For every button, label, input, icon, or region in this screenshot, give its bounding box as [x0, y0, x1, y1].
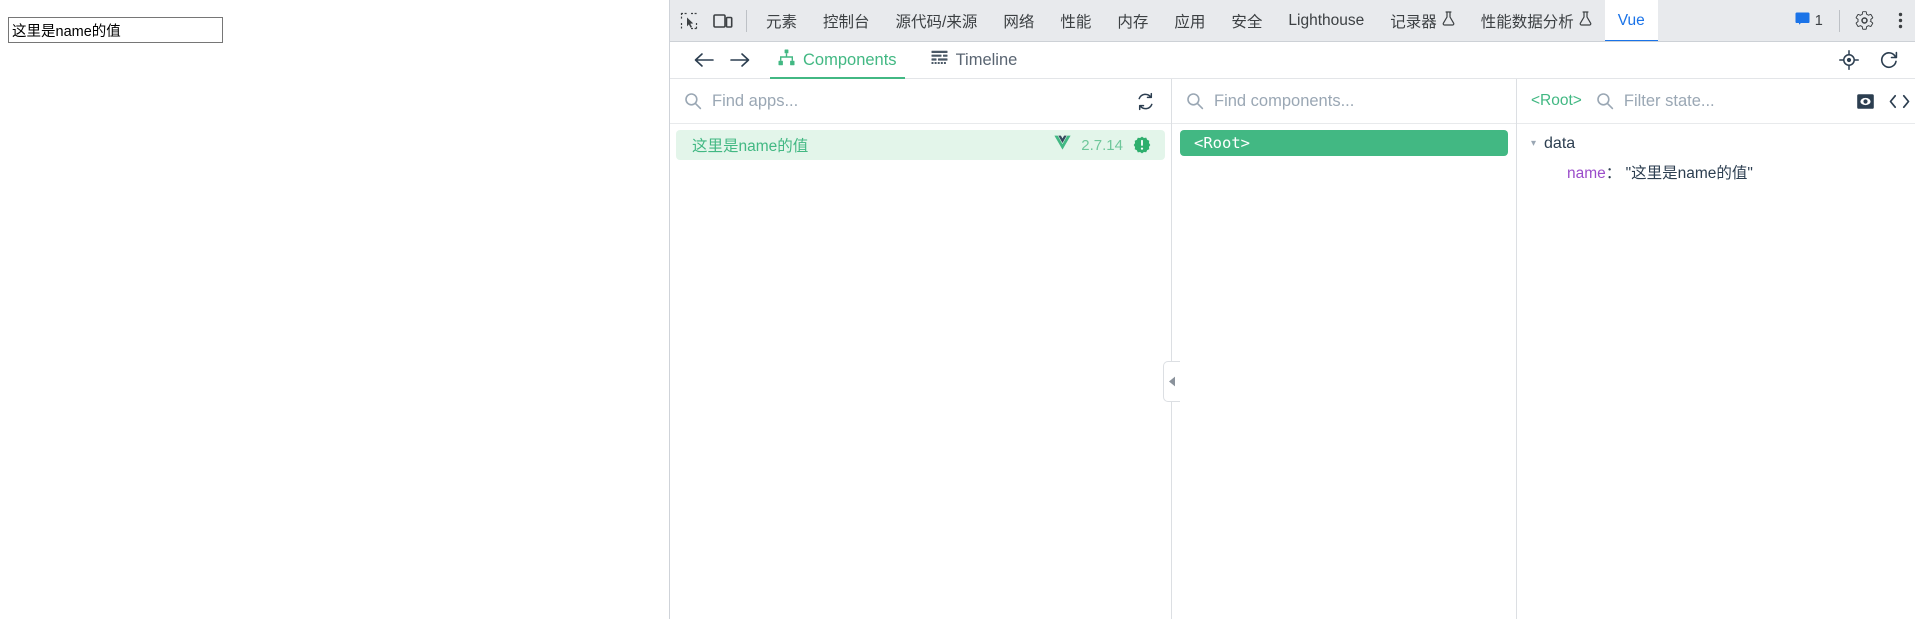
beaker-icon	[1579, 10, 1592, 31]
find-apps-input[interactable]	[712, 91, 1123, 111]
tab-label: Lighthouse	[1288, 11, 1365, 29]
toolbar-divider	[746, 9, 747, 32]
vue-tab-label: Timeline	[955, 50, 1018, 69]
tab-sources[interactable]: 源代码/来源	[883, 0, 991, 41]
tree-node-label: <Root>	[1194, 134, 1250, 152]
issues-count: 1	[1814, 12, 1823, 29]
collapse-left-icon[interactable]	[1163, 361, 1180, 402]
state-breadcrumb[interactable]: <Root>	[1531, 92, 1586, 110]
vue-logo-icon	[1054, 135, 1071, 155]
apps-pane: 这里是name的值 2.7.14	[670, 79, 1180, 619]
refresh-icon[interactable]	[1876, 47, 1902, 73]
timeline-icon	[931, 50, 948, 70]
vue-tab-label: Components	[803, 50, 897, 69]
more-vertical-icon[interactable]	[1884, 4, 1915, 38]
warning-badge-icon[interactable]	[1133, 136, 1151, 154]
arrow-right-icon[interactable]	[722, 45, 758, 75]
vue-tab-components[interactable]: Components	[764, 42, 911, 79]
tab-label: 内存	[1117, 13, 1149, 31]
inspect-dom-icon[interactable]	[1854, 89, 1878, 113]
tab-label: 源代码/来源	[895, 13, 978, 31]
state-content: ▾ data name： "这里是name的值"	[1517, 124, 1915, 619]
state-pane: <Root> Filter state... ▾ data name： "这里是…	[1517, 79, 1915, 619]
tab-performance-insights[interactable]: 性能数据分析	[1468, 0, 1605, 41]
inspect-element-icon[interactable]	[672, 4, 706, 38]
device-toolbar-icon[interactable]	[706, 4, 740, 38]
issues-icon	[1795, 11, 1810, 30]
app-row[interactable]: 这里是name的值 2.7.14	[676, 130, 1165, 160]
chevron-down-icon[interactable]: ▾	[1531, 139, 1536, 149]
arrow-left-icon[interactable]	[686, 45, 722, 75]
tab-label: 控制台	[823, 13, 870, 31]
component-tree-icon	[778, 49, 795, 71]
apps-searchbar	[670, 79, 1171, 124]
vue-subtoolbar-actions	[1836, 47, 1915, 73]
issues-indicator[interactable]: 1	[1787, 6, 1831, 36]
tab-label: 元素	[766, 13, 798, 31]
tab-performance[interactable]: 性能	[1047, 0, 1104, 41]
state-entry-value: "这里是name的值"	[1625, 165, 1753, 182]
tab-console[interactable]: 控制台	[810, 0, 883, 41]
vue-panes: 这里是name的值 2.7.14	[670, 79, 1915, 619]
vue-tab-timeline[interactable]: Timeline	[917, 42, 1032, 79]
open-in-editor-icon[interactable]	[1888, 89, 1912, 113]
tab-label: 网络	[1003, 13, 1035, 31]
tab-label: 性能数据分析	[1480, 13, 1574, 31]
search-icon	[684, 92, 702, 110]
search-icon	[1186, 92, 1204, 110]
inspected-page	[0, 0, 669, 619]
tab-label: 性能	[1060, 13, 1092, 31]
component-tree: <Root>	[1172, 124, 1516, 619]
app-version: 2.7.14	[1081, 136, 1123, 154]
components-searchbar	[1172, 79, 1516, 124]
component-tree-pane: <Root>	[1172, 79, 1517, 619]
tab-lighthouse[interactable]: Lighthouse	[1275, 0, 1377, 41]
tab-network[interactable]: 网络	[990, 0, 1047, 41]
toolbar-divider-2	[1838, 9, 1840, 32]
apps-list: 这里是name的值 2.7.14	[670, 124, 1171, 619]
toolbar-actions: 1	[1787, 4, 1915, 38]
name-input[interactable]	[8, 17, 223, 43]
devtools-window: 元素 控制台 源代码/来源 网络 性能 内存 应用 安全	[0, 0, 1915, 619]
tab-application[interactable]: 应用	[1161, 0, 1218, 41]
tab-label: 应用	[1174, 13, 1206, 31]
tab-label: 安全	[1231, 13, 1263, 31]
devtools-toolbar: 元素 控制台 源代码/来源 网络 性能 内存 应用 安全 Lighthouse …	[670, 0, 1915, 42]
tab-vue[interactable]: Vue	[1604, 0, 1658, 41]
tab-recorder[interactable]: 记录器	[1377, 0, 1468, 41]
devtools-panel: 元素 控制台 源代码/来源 网络 性能 内存 应用 安全 Lighthouse …	[669, 0, 1915, 619]
vue-subtoolbar: Components Timeline	[670, 42, 1915, 79]
state-entry-key: name	[1567, 165, 1606, 182]
gear-icon[interactable]	[1848, 4, 1882, 38]
filter-state-input[interactable]	[1623, 91, 1844, 111]
state-entry-colon: ：	[1605, 165, 1622, 182]
tree-node-root[interactable]: <Root>	[1180, 130, 1508, 156]
state-group-data[interactable]: ▾ data	[1531, 132, 1915, 156]
target-select-icon[interactable]	[1836, 47, 1862, 73]
state-entry[interactable]: name： "这里是name的值"	[1531, 161, 1915, 183]
tab-label: Vue	[1617, 11, 1645, 29]
tab-security[interactable]: 安全	[1218, 0, 1275, 41]
state-group-name: data	[1544, 135, 1576, 152]
tab-elements[interactable]: 元素	[753, 0, 810, 41]
tab-label: 记录器	[1390, 13, 1437, 31]
tab-memory[interactable]: 内存	[1104, 0, 1161, 41]
beaker-icon	[1442, 10, 1455, 31]
state-searchbar: <Root>	[1517, 79, 1915, 124]
find-components-input[interactable]	[1214, 91, 1502, 111]
refresh-apps-icon[interactable]	[1133, 89, 1157, 113]
app-name: 这里是name的值	[692, 138, 809, 155]
search-icon	[1596, 92, 1614, 110]
